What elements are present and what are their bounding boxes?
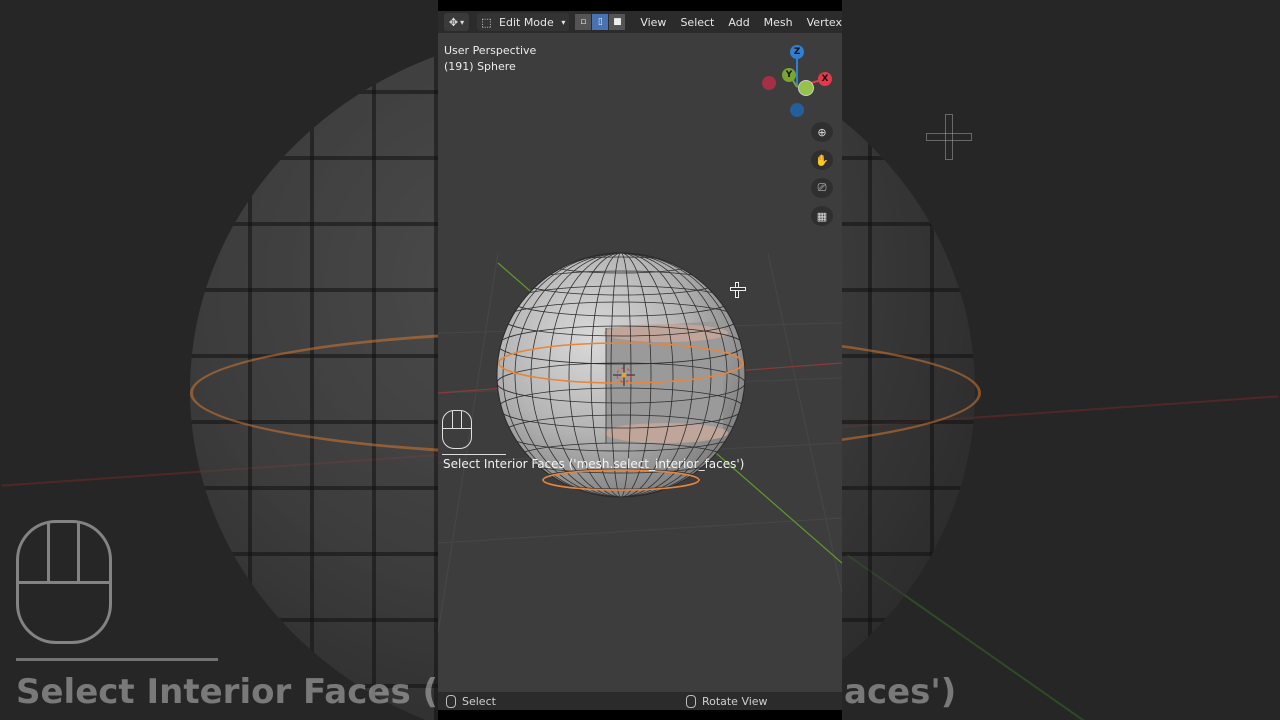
bg-cursor-icon bbox=[926, 114, 972, 160]
gizmo-neg-z-axis[interactable] bbox=[790, 103, 804, 117]
editor-type-button[interactable]: ✥ ▾ bbox=[444, 13, 470, 31]
letterbox-top bbox=[438, 0, 842, 11]
mouse-left-icon bbox=[446, 694, 456, 708]
navigation-gizmo[interactable]: Z X Y bbox=[756, 45, 836, 117]
gizmo-z-axis[interactable]: Z bbox=[790, 45, 804, 59]
grid-ortho-icon[interactable]: ▦ bbox=[811, 206, 833, 226]
view-info: User Perspective (191) Sphere bbox=[444, 43, 536, 75]
bg-mouse-icon bbox=[16, 520, 112, 644]
menu-mesh[interactable]: Mesh bbox=[764, 16, 793, 29]
status-bar: Select Rotate View bbox=[438, 692, 842, 710]
operator-text: Select Interior Faces ('mesh.select_inte… bbox=[443, 457, 745, 471]
hand-pan-icon[interactable]: ✋ bbox=[811, 150, 833, 170]
select-mode-buttons: ▫ ▯ ■ bbox=[575, 14, 626, 30]
navigation-buttons: ⊕ ✋ ⎚ ▦ bbox=[811, 122, 833, 226]
operator-mouse-icon bbox=[442, 410, 472, 449]
blender-window: ✥ ▾ ⬚ Edit Mode ▾ ▫ ▯ ■ View Select Add M… bbox=[438, 0, 842, 720]
vertex-select-icon[interactable]: ▫ bbox=[575, 14, 592, 30]
status-rotate-view: Rotate View bbox=[701, 694, 768, 708]
mouse-cursor-icon bbox=[730, 282, 746, 298]
edge-select-icon[interactable]: ▯ bbox=[592, 14, 609, 30]
mode-label: Edit Mode bbox=[499, 15, 554, 29]
gizmo-y-axis[interactable]: Y bbox=[782, 68, 796, 82]
zoom-icon[interactable]: ⊕ bbox=[811, 122, 833, 142]
mouse-middle-icon bbox=[685, 694, 696, 708]
bg-underline bbox=[16, 658, 218, 661]
gizmo-neg-x-axis[interactable] bbox=[762, 76, 776, 90]
face-select-icon[interactable]: ■ bbox=[609, 14, 626, 30]
letterbox-bottom bbox=[438, 710, 842, 720]
menu-vertex[interactable]: Vertex bbox=[807, 16, 842, 29]
bg-operator-text-right: aces') bbox=[844, 672, 957, 712]
view-perspective-label: User Perspective bbox=[444, 44, 537, 57]
3d-viewport[interactable]: User Perspective (191) Sphere Z X Y ⊕ ✋ … bbox=[438, 33, 842, 690]
status-select: Select bbox=[462, 694, 496, 708]
chevron-down-icon: ▾ bbox=[561, 17, 566, 27]
viewport-scene bbox=[438, 252, 842, 634]
bg-operator-text-left: Select Interior Faces ('n bbox=[16, 672, 473, 712]
active-object-label: (191) Sphere bbox=[444, 60, 516, 73]
menu-add[interactable]: Add bbox=[728, 16, 749, 29]
header-menu: View Select Add Mesh Vertex bbox=[640, 16, 842, 29]
origin-dot bbox=[621, 372, 627, 378]
camera-icon[interactable]: ⎚ bbox=[811, 178, 833, 198]
chevron-down-icon: ▾ bbox=[460, 17, 465, 27]
gizmo-neg-y-axis[interactable] bbox=[798, 80, 814, 96]
menu-select[interactable]: Select bbox=[680, 16, 714, 29]
edit-mode-icon: ⬚ bbox=[481, 15, 492, 29]
operator-underline bbox=[442, 454, 506, 455]
viewport-header: ✥ ▾ ⬚ Edit Mode ▾ ▫ ▯ ■ View Select Add M… bbox=[438, 11, 842, 33]
gizmo-x-axis[interactable]: X bbox=[818, 72, 832, 86]
menu-view[interactable]: View bbox=[640, 16, 666, 29]
editor-type-icon: ✥ bbox=[448, 15, 459, 29]
mode-dropdown[interactable]: ⬚ Edit Mode ▾ bbox=[477, 13, 570, 31]
